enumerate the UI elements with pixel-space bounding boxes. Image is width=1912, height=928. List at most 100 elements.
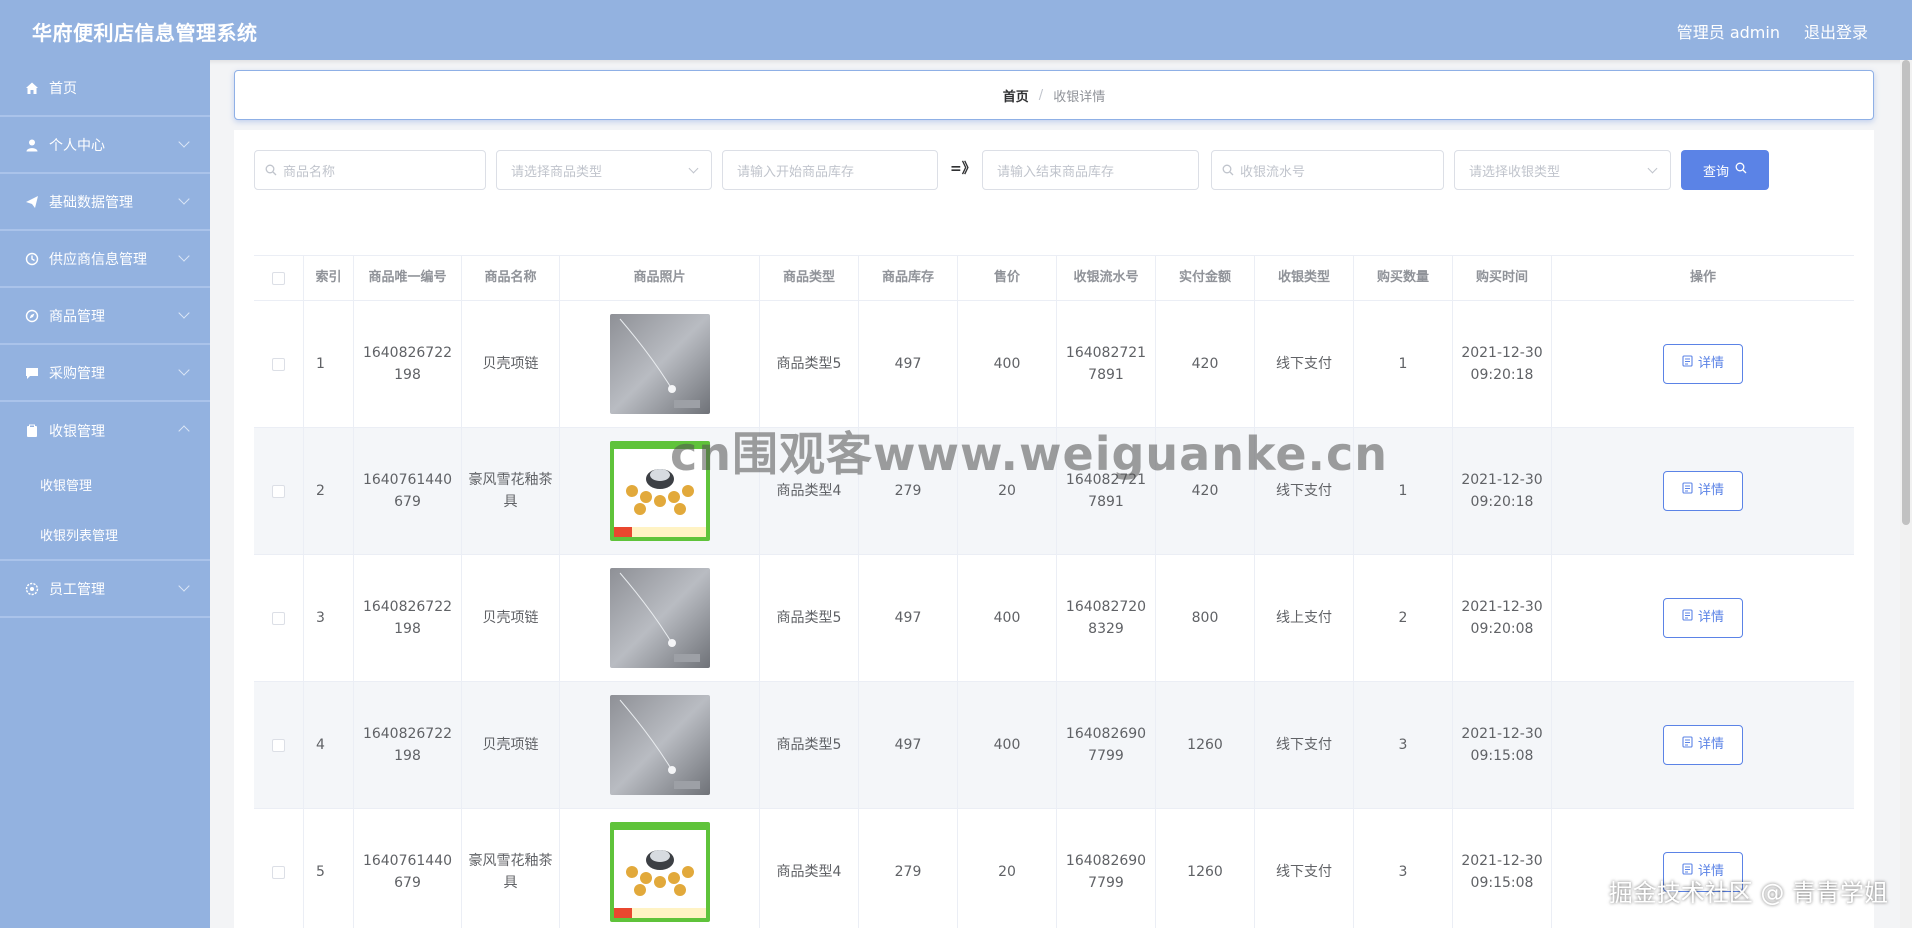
necklace-product-image — [609, 568, 710, 668]
necklace-product-image — [609, 695, 710, 795]
cell-code: 1640826722198 — [354, 682, 462, 808]
sidebar-item-supplier[interactable]: 供应商信息管理 — [0, 231, 210, 288]
sidebar-item-personal-center[interactable]: 个人中心 — [0, 117, 210, 174]
stock-start-input[interactable]: 请输入开始商品库存 — [722, 150, 938, 190]
teaset-product-image — [609, 822, 710, 922]
cell-name: 贝壳项链 — [462, 682, 560, 808]
row-checkbox-cell — [254, 301, 304, 427]
cell-time: 2021-12-30 09:15:08 — [1453, 682, 1552, 808]
chevron-down-icon — [178, 364, 190, 376]
header-code: 商品唯一编号 — [354, 256, 462, 300]
cell-code: 1640826722198 — [354, 555, 462, 681]
breadcrumb-current: 收银详情 — [1053, 89, 1106, 105]
logout-link[interactable]: 退出登录 — [1804, 19, 1868, 43]
stock-end-input[interactable]: 请输入结束商品库存 — [982, 150, 1199, 190]
chevron-down-icon — [178, 580, 190, 592]
cell-paid: 800 — [1156, 555, 1255, 681]
cell-time: 2021-12-30 09:20:18 — [1453, 301, 1552, 427]
row-checkbox-cell — [254, 428, 304, 554]
header-actions: 操作 — [1689, 270, 1716, 285]
cashier-table: 索引 商品唯一编号 商品名称 商品照片 商品类型 商品库存 售价 收银流水号 实… — [254, 255, 1854, 928]
cell-pay-type: 线下支付 — [1255, 682, 1354, 808]
sidebar-item-basic-data[interactable]: 基础数据管理 — [0, 174, 210, 231]
cell-stock: 279 — [859, 809, 958, 928]
cell-name: 豪风雪花釉茶具 — [462, 428, 560, 554]
sidebar-subitem-cashier-list[interactable]: 收银列表管理 — [0, 509, 210, 559]
header-type: 商品类型 — [760, 256, 859, 300]
receipt-icon — [24, 423, 40, 439]
cell-actions: 详情 — [1552, 682, 1854, 808]
select-all-cell — [254, 256, 304, 300]
cell-name: 贝壳项链 — [462, 301, 560, 427]
row-checkbox[interactable] — [272, 865, 285, 879]
cell-paid: 420 — [1156, 301, 1255, 427]
cell-code: 1640826722198 — [354, 301, 462, 427]
gear-icon — [24, 581, 40, 597]
row-checkbox-cell — [254, 555, 304, 681]
cell-qty: 3 — [1354, 809, 1453, 928]
sidebar: 首页 个人中心 基础数据管理 供应商信息管理 商品管理 采购管理 收银管理 收银… — [0, 60, 210, 928]
row-checkbox[interactable] — [272, 611, 285, 625]
message-icon — [24, 365, 40, 381]
sidebar-item-goods[interactable]: 商品管理 — [0, 288, 210, 345]
cell-index: 2 — [304, 428, 354, 554]
cell-photo — [560, 555, 760, 681]
cell-qty: 1 — [1354, 301, 1453, 427]
cell-name: 豪风雪花釉茶具 — [462, 809, 560, 928]
cell-index: 1 — [304, 301, 354, 427]
cell-price: 400 — [958, 555, 1057, 681]
pay-type-select[interactable]: 请选择收银类型 — [1454, 150, 1671, 190]
header-index: 索引 — [304, 256, 354, 300]
cell-pay-type: 线下支付 — [1255, 809, 1354, 928]
cell-photo — [560, 809, 760, 928]
detail-button[interactable]: 详情 — [1663, 725, 1743, 765]
sidebar-item-home[interactable]: 首页 — [0, 60, 210, 117]
detail-button[interactable]: 详情 — [1663, 598, 1743, 638]
cell-index: 3 — [304, 555, 354, 681]
header-actions: 管理员 admin 退出登录 — [1677, 19, 1868, 43]
compass-icon — [24, 308, 40, 324]
detail-button[interactable]: 详情 — [1663, 344, 1743, 384]
cell-actions: 详情 — [1552, 428, 1854, 554]
select-all-checkbox[interactable] — [272, 271, 285, 285]
query-button[interactable]: 查询 — [1681, 150, 1769, 190]
serial-number-input[interactable]: 收银流水号 — [1211, 150, 1444, 190]
sidebar-subitem-cashier-manage[interactable]: 收银管理 — [0, 459, 210, 509]
chevron-down-icon — [178, 250, 190, 262]
cashier-submenu: 收银管理 收银列表管理 — [0, 459, 210, 561]
cell-pay-type: 线下支付 — [1255, 301, 1354, 427]
sidebar-item-label: 供应商信息管理 — [49, 251, 147, 268]
table-body: 1 1640826722198 贝壳项链 商品类型5 497 400 16408272178… — [254, 301, 1854, 928]
scrollbar-thumb[interactable] — [1902, 60, 1910, 525]
row-checkbox[interactable] — [272, 357, 285, 371]
cell-index: 4 — [304, 682, 354, 808]
search-icon — [1735, 162, 1747, 178]
cell-pay-type: 线上支付 — [1255, 555, 1354, 681]
document-icon — [1682, 734, 1693, 756]
cell-actions: 详情 — [1552, 301, 1854, 427]
cell-stock: 497 — [859, 555, 958, 681]
sidebar-item-staff[interactable]: 员工管理 — [0, 561, 210, 618]
detail-button[interactable]: 详情 — [1663, 471, 1743, 511]
cell-time: 2021-12-30 09:20:18 — [1453, 428, 1552, 554]
document-icon — [1682, 480, 1693, 502]
breadcrumb-home[interactable]: 首页 — [1003, 86, 1029, 105]
cell-type: 商品类型5 — [760, 301, 859, 427]
top-header: 华府便利店信息管理系统 管理员 admin 退出登录 — [0, 0, 1912, 60]
sidebar-item-cashier[interactable]: 收银管理 — [0, 402, 210, 459]
sidebar-item-purchase[interactable]: 采购管理 — [0, 345, 210, 402]
goods-name-input[interactable]: 商品名称 — [254, 150, 486, 190]
row-checkbox[interactable] — [272, 484, 285, 498]
cell-photo — [560, 301, 760, 427]
header-time: 购买时间 — [1453, 256, 1552, 300]
admin-user-label[interactable]: 管理员 admin — [1677, 19, 1780, 43]
cell-code: 1640761440679 — [354, 428, 462, 554]
sidebar-item-label: 员工管理 — [49, 581, 105, 598]
header-serial: 收银流水号 — [1057, 256, 1156, 300]
row-checkbox[interactable] — [272, 738, 285, 752]
sidebar-item-label: 收银管理 — [49, 423, 105, 440]
header-photo: 商品照片 — [560, 256, 760, 300]
goods-type-select[interactable]: 请选择商品类型 — [496, 150, 712, 190]
table-row: 4 1640826722198 贝壳项链 商品类型5 497 400 16408269077… — [254, 682, 1854, 809]
chevron-down-icon — [688, 163, 699, 174]
